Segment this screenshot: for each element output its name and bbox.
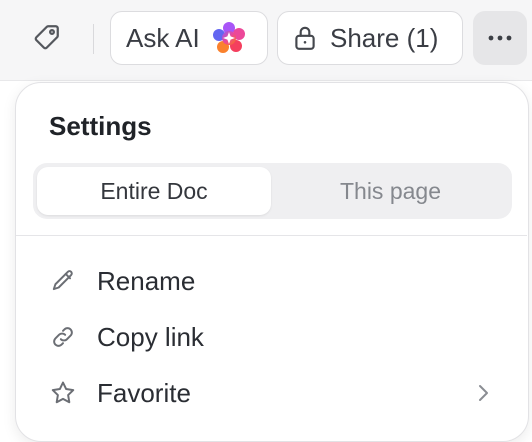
menu-item-label: Favorite	[97, 377, 191, 408]
more-options-button[interactable]	[473, 11, 527, 65]
settings-menu: Settings Entire Doc This page Rename Cop…	[15, 82, 529, 442]
ask-ai-label: Ask AI	[126, 22, 200, 53]
menu-title: Settings	[49, 111, 152, 141]
tag-button[interactable]	[26, 18, 68, 60]
menu-divider	[16, 235, 527, 236]
top-toolbar: Ask AI Share (1)	[0, 0, 532, 81]
link-icon	[49, 323, 77, 351]
tab-this-page[interactable]: This page	[273, 167, 508, 215]
menu-item-rename[interactable]: Rename	[16, 255, 527, 307]
share-button[interactable]: Share (1)	[277, 11, 463, 65]
ai-sparkle-icon	[212, 21, 246, 55]
tab-entire-doc[interactable]: Entire Doc	[37, 167, 271, 215]
pencil-icon	[49, 267, 77, 295]
ask-ai-button[interactable]: Ask AI	[110, 11, 268, 65]
chevron-right-icon	[472, 381, 494, 405]
menu-item-copy-link[interactable]: Copy link	[16, 311, 527, 363]
toolbar-divider	[93, 24, 94, 54]
more-horizontal-icon	[487, 29, 513, 47]
share-label: Share (1)	[330, 22, 439, 53]
star-icon	[49, 379, 77, 407]
menu-item-label: Copy link	[97, 321, 204, 352]
menu-item-label: Rename	[97, 265, 196, 296]
lock-icon	[292, 24, 318, 52]
scope-toggle: Entire Doc This page	[33, 163, 512, 219]
tag-icon	[32, 22, 62, 57]
menu-item-favorite[interactable]: Favorite	[16, 367, 527, 419]
